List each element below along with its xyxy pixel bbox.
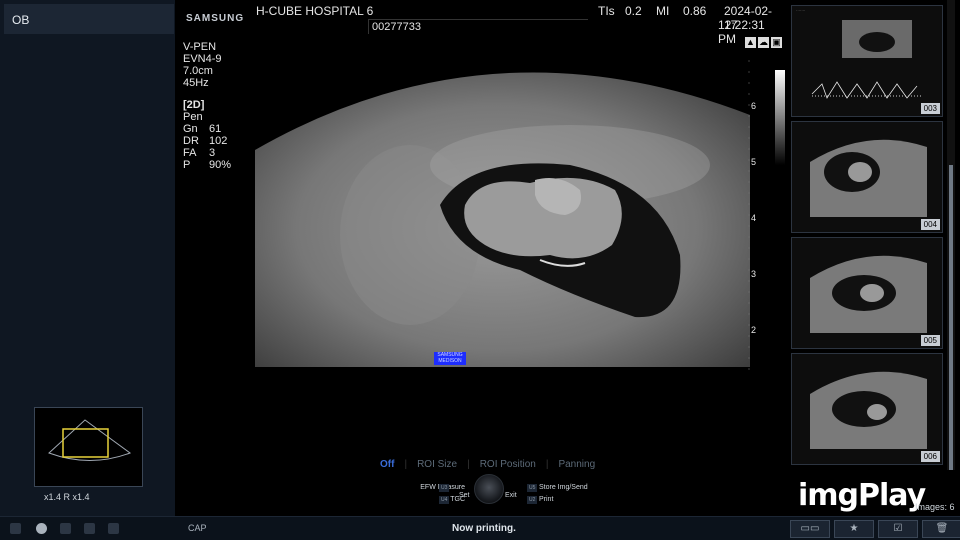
zoom-sector-diagram bbox=[48, 419, 132, 461]
imaging-params: [2D] Pen Gn 61 DR 102 FA 3 P 90% bbox=[183, 99, 231, 171]
imaging-mode-title: [2D] bbox=[183, 99, 205, 111]
imaging-preset: Pen bbox=[183, 111, 203, 123]
select-button[interactable]: ☑ bbox=[878, 520, 918, 538]
settings-icon: ▣ bbox=[771, 37, 782, 48]
exam-mode-label[interactable]: OB bbox=[4, 4, 174, 34]
key-badge: U3 bbox=[439, 484, 450, 492]
ultrasound-image[interactable] bbox=[240, 55, 755, 370]
thumbnail-number: 004 bbox=[920, 219, 940, 230]
thumbnail[interactable]: 006 bbox=[791, 353, 943, 465]
thumbnail-scrollbar[interactable] bbox=[947, 0, 955, 470]
watermark-logo: imgPlay bbox=[798, 478, 926, 513]
hospital-name: H-CUBE HOSPITAL 6 bbox=[256, 4, 374, 18]
thumbnail-number: 005 bbox=[920, 335, 940, 346]
tis-value: 0.2 bbox=[625, 4, 642, 18]
user-icon[interactable] bbox=[84, 523, 95, 534]
zoom-navigator[interactable] bbox=[34, 407, 143, 487]
storage-icon[interactable] bbox=[60, 523, 71, 534]
depth-scale: 6 5 4 3 2 bbox=[748, 60, 756, 370]
depth-tick-label: 6 bbox=[751, 101, 756, 111]
param-value: 3 bbox=[209, 147, 216, 159]
record-icon[interactable] bbox=[36, 523, 47, 534]
header: SAMSUNG H-CUBE HOSPITAL 6 00277733 TIs 0… bbox=[175, 0, 785, 46]
param-value: 61 bbox=[209, 123, 222, 135]
probe-info: V-PEN EVN4-9 7.0cm 45Hz bbox=[183, 41, 222, 89]
mi-label: MI bbox=[656, 4, 670, 18]
param-key: FA bbox=[183, 147, 197, 159]
exit-label[interactable]: Exit bbox=[505, 492, 517, 499]
monitor-icon[interactable] bbox=[108, 523, 119, 534]
probe-name: V-PEN bbox=[183, 41, 217, 53]
param-row: FA 3 bbox=[183, 147, 231, 159]
depth-tick-label: 5 bbox=[751, 157, 756, 167]
review-buttons: ▭▭ ★ ☑ 🗑 bbox=[790, 520, 960, 538]
thumb-image bbox=[811, 20, 922, 99]
thumbnail[interactable]: ······· 003 bbox=[791, 5, 943, 117]
probe-frame-rate: 45Hz bbox=[183, 77, 209, 89]
image-count: Images: 6 bbox=[915, 502, 955, 512]
tab-separator: | bbox=[545, 459, 549, 470]
tab-separator: | bbox=[404, 459, 408, 470]
status-bar: CAP Now printing. ▭▭ ★ ☑ 🗑 bbox=[0, 516, 960, 540]
thumbnail-panel: ······· 003 004 005 006 bbox=[785, 0, 960, 516]
depth-tick-label: 4 bbox=[751, 213, 756, 223]
status-message: Now printing. bbox=[452, 523, 516, 534]
trackball-icon[interactable] bbox=[474, 474, 504, 504]
zoom-level: x1.4 R x1.4 bbox=[44, 492, 90, 502]
probe-model: EVN4-9 bbox=[183, 53, 222, 65]
store-img-label[interactable]: Store Img/Send bbox=[539, 484, 588, 491]
tab-panning[interactable]: Panning bbox=[558, 459, 595, 470]
network-icon[interactable] bbox=[10, 523, 21, 534]
tab-separator: | bbox=[467, 459, 470, 470]
body-mark[interactable]: SAMSUNG MEDISON bbox=[434, 352, 466, 365]
param-key: DR bbox=[183, 135, 199, 147]
grayscale-bar bbox=[775, 70, 785, 165]
thumbnail[interactable]: 005 bbox=[791, 237, 943, 349]
tab-off[interactable]: Off bbox=[380, 459, 394, 470]
delete-button[interactable]: 🗑 bbox=[922, 520, 960, 538]
thumb-image bbox=[810, 255, 927, 333]
thumbnail-number: 006 bbox=[920, 451, 940, 462]
probe-orientation-icon: ▲ bbox=[745, 37, 756, 48]
tab-roi-position[interactable]: ROI Position bbox=[480, 459, 536, 470]
thumb-image bbox=[810, 139, 927, 217]
thumbnail[interactable]: 004 bbox=[791, 121, 943, 233]
param-row: P 90% bbox=[183, 159, 231, 171]
param-key: P bbox=[183, 159, 191, 171]
thumb-header: ······· bbox=[796, 8, 806, 13]
probe-depth: 7.0cm bbox=[183, 65, 213, 77]
zoom-tabs: Off | ROI Size | ROI Position | Panning bbox=[380, 459, 595, 470]
key-badge: U2 bbox=[527, 496, 538, 504]
tab-roi-size[interactable]: ROI Size bbox=[417, 459, 457, 470]
depth-tick-label: 2 bbox=[751, 325, 756, 335]
left-panel: OB x1.4 R x1.4 bbox=[0, 0, 175, 516]
key-badge: U5 bbox=[527, 484, 538, 492]
param-key: Gn bbox=[183, 123, 198, 135]
mi-value: 0.86 bbox=[683, 4, 707, 18]
favorite-button[interactable]: ★ bbox=[834, 520, 874, 538]
set-label[interactable]: Set bbox=[459, 492, 470, 499]
trackball-controls: EFW Measure U3 TGC U4 Set Exit U5 Store … bbox=[387, 474, 607, 510]
scrollbar-thumb[interactable] bbox=[949, 165, 953, 470]
param-row: Gn 61 bbox=[183, 123, 231, 135]
key-badge: U4 bbox=[439, 496, 450, 504]
tis-label: TIs bbox=[598, 4, 615, 18]
param-value: 90% bbox=[209, 159, 232, 171]
caps-indicator: CAP bbox=[188, 523, 207, 533]
print-label[interactable]: Print bbox=[539, 496, 553, 503]
patient-id[interactable]: 00277733 bbox=[368, 19, 588, 34]
split-view-button[interactable]: ▭▭ bbox=[790, 520, 830, 538]
cloud-icon: ☁ bbox=[758, 37, 769, 48]
image-status-icons: ▲ ☁ ▣ bbox=[745, 37, 782, 48]
thumb-image bbox=[810, 371, 927, 449]
param-value: 102 bbox=[209, 135, 228, 147]
param-row: DR 102 bbox=[183, 135, 231, 147]
thumbnail-number: 003 bbox=[920, 103, 940, 114]
depth-tick-label: 3 bbox=[751, 269, 756, 279]
brand-logo: SAMSUNG bbox=[186, 13, 245, 24]
